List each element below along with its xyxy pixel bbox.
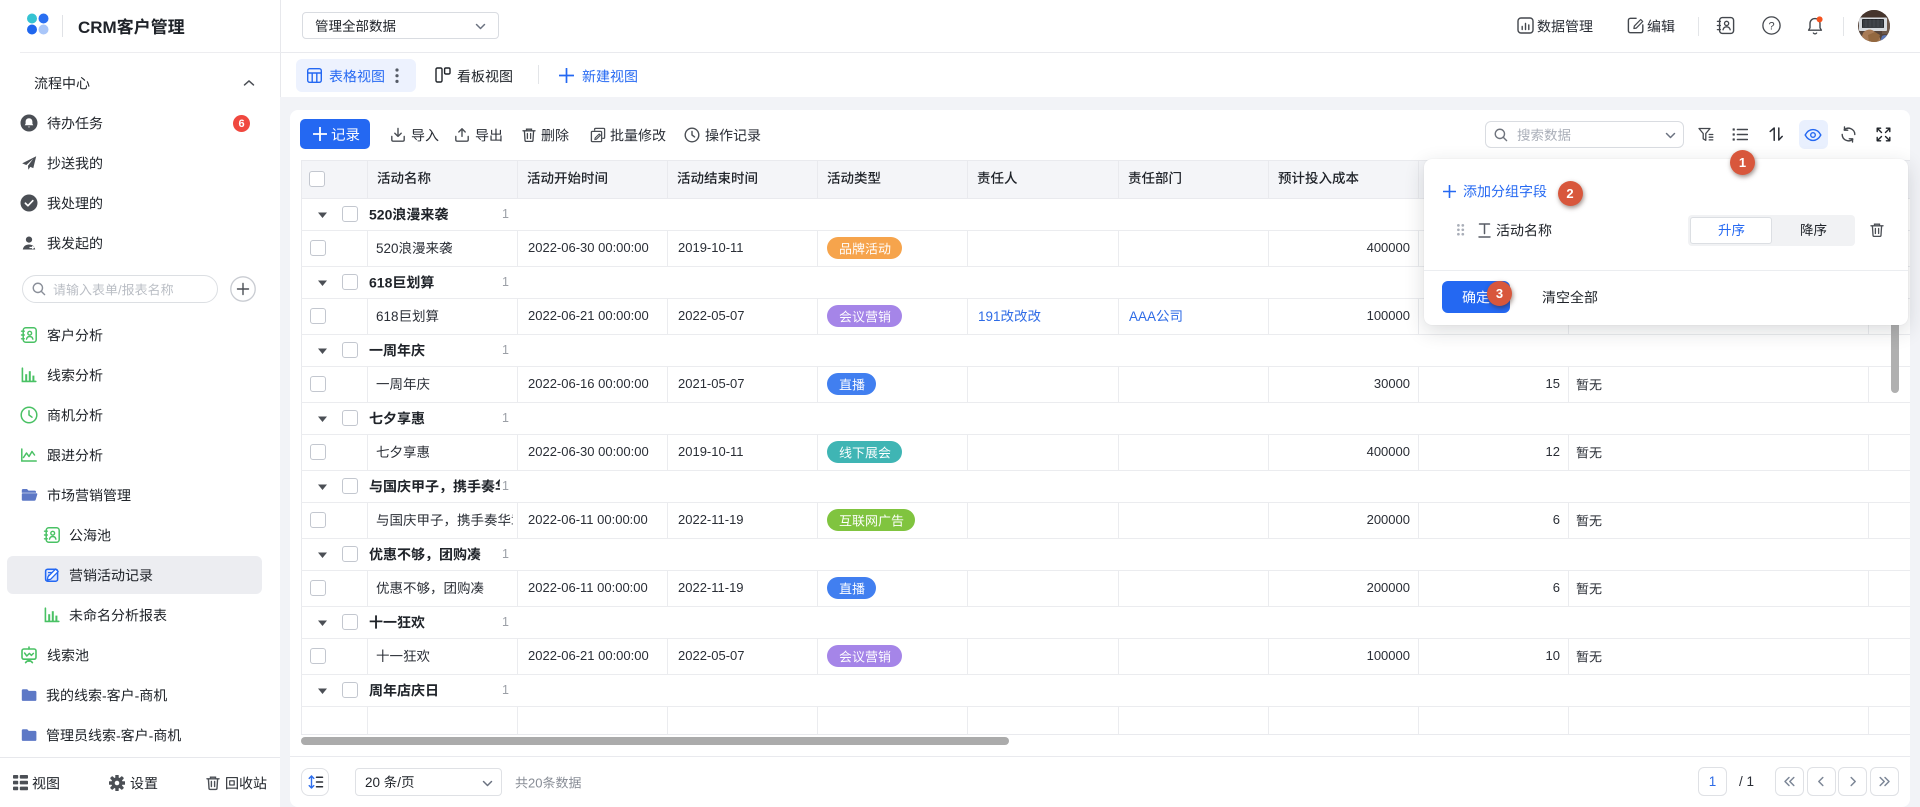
svg-text:-: - bbox=[116, 728, 121, 742]
svg-text:CRM: CRM bbox=[78, 18, 117, 35]
svg-text:-: - bbox=[135, 688, 140, 702]
svg-text:618: 618 bbox=[376, 309, 399, 323]
svg-text:/: / bbox=[397, 775, 401, 789]
svg-text:-: - bbox=[102, 688, 107, 702]
svg-text:520: 520 bbox=[376, 241, 399, 255]
svg-text:-: - bbox=[149, 728, 154, 742]
svg-text:191: 191 bbox=[978, 309, 1001, 323]
svg-text:?: ? bbox=[1768, 20, 1774, 32]
svg-text:520: 520 bbox=[369, 207, 393, 221]
svg-text:/: / bbox=[118, 283, 122, 296]
svg-text:AAA: AAA bbox=[1129, 309, 1156, 323]
svg-text:20: 20 bbox=[528, 776, 542, 789]
svg-text:20: 20 bbox=[365, 775, 380, 789]
svg-text:618: 618 bbox=[369, 275, 393, 289]
